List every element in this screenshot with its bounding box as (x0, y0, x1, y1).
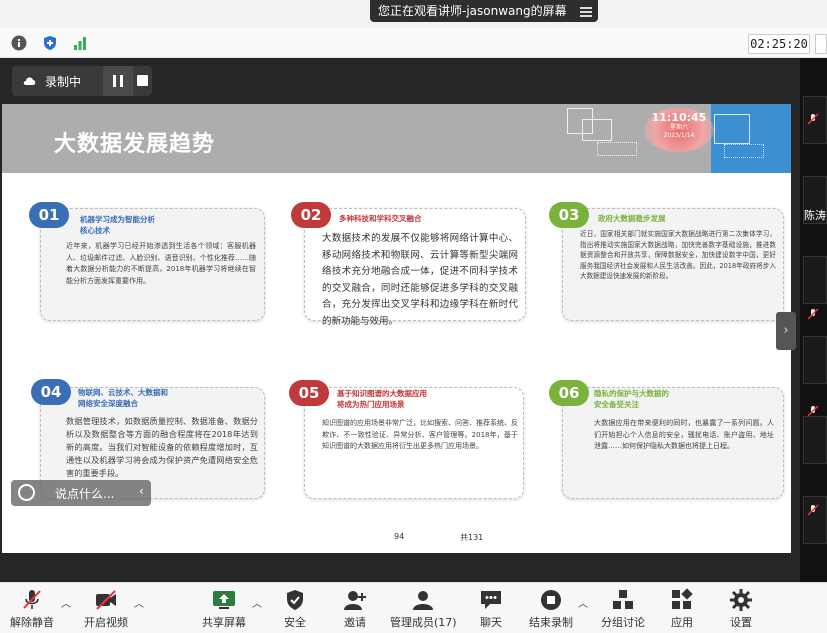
info-icon[interactable] (11, 35, 27, 51)
end-recording-button[interactable]: 结束录制 (526, 583, 576, 633)
share-screen-icon (213, 591, 235, 609)
chat-button[interactable]: 聊天 (466, 583, 516, 633)
card-number-badge: 03 (549, 202, 589, 228)
chevron-up-icon[interactable]: ︿ (578, 595, 588, 610)
participant-name: 陈涛 (804, 209, 826, 222)
record-stop-icon (541, 590, 561, 610)
card-number-badge: 04 (31, 379, 71, 405)
screen-share-banner[interactable]: 您正在观看讲师-jasonwang的屏幕 (370, 0, 598, 22)
recording-indicator: 录制中 (12, 66, 152, 96)
card-number-badge: 06 (549, 380, 589, 406)
participant-tile[interactable] (803, 256, 827, 304)
unmute-button[interactable]: 解除静音 (4, 583, 60, 633)
card-title: 隐私的保护与大数据的 安全备受关注 (594, 389, 669, 409)
card-body: 知识图谱的应用场景非常广泛，比如搜索、问答、推荐系统、反欺诈、不一致性验证、异常… (322, 419, 518, 450)
end-recording-label: 结束录制 (529, 616, 573, 629)
signal-icon[interactable] (72, 35, 88, 51)
chat-label: 聊天 (480, 616, 502, 629)
participant-tile[interactable] (803, 336, 827, 384)
card-body: 大数据技术的发展不仅能够将网络计算中心、移动网络技术和物联网、云计算等新型尖端网… (322, 233, 518, 327)
menu-icon[interactable] (580, 5, 592, 17)
top-bar: 您正在观看讲师-jasonwang的屏幕 (0, 0, 827, 28)
settings-label: 设置 (730, 616, 752, 629)
settings-button[interactable]: 设置 (716, 583, 766, 633)
page-number: 94 (394, 532, 405, 541)
video-off-icon (96, 590, 116, 610)
start-video-label: 开启视频 (84, 616, 128, 629)
gear-icon (730, 589, 752, 611)
security-button[interactable]: 安全 (270, 583, 320, 633)
time-stamp-overlay: 11:10:45 星期六 2023/1/14 (644, 108, 714, 152)
manage-members-button[interactable]: 管理成员(17) (390, 583, 457, 633)
invite-button[interactable]: 邀请 (330, 583, 380, 633)
page-total: 共131 (460, 533, 484, 542)
chevron-right-icon[interactable]: › (776, 312, 796, 350)
participant-tile[interactable] (803, 416, 827, 464)
meeting-window: 您正在观看讲师-jasonwang的屏幕 02:25:20 录制中 大数据发展趋… (0, 0, 827, 633)
share-screen-button[interactable]: 共享屏幕 (196, 583, 252, 633)
view-toggle-button[interactable] (815, 34, 827, 54)
share-banner-text: 您正在观看讲师-jasonwang的屏幕 (378, 4, 567, 18)
mic-off-icon (807, 405, 819, 417)
apps-button[interactable]: 应用 (657, 583, 707, 633)
slide-title: 大数据发展趋势 (54, 132, 216, 157)
chat-icon (481, 591, 501, 609)
chevron-up-icon[interactable]: ︿ (252, 595, 262, 610)
card-number-badge: 01 (29, 202, 69, 228)
stamp-date: 2023/1/14 (663, 132, 695, 139)
shield-icon[interactable] (42, 35, 58, 51)
meeting-timer: 02:25:20 (748, 34, 810, 54)
unmute-label: 解除静音 (10, 616, 54, 629)
stop-recording-button[interactable] (134, 66, 152, 96)
security-icon (287, 590, 303, 610)
card-title: 多种科技和学科交叉融合 (339, 214, 422, 223)
invite-icon (344, 591, 366, 610)
info-bar (0, 28, 827, 58)
cloud-icon (23, 77, 36, 85)
card-body: 近年来，机器学习已经开始渗透到生活各个领域：客服机器人、垃圾邮件过滤、人脸识别、… (66, 242, 256, 285)
recording-label: 录制中 (45, 75, 82, 89)
mic-off-icon (807, 308, 819, 320)
apps-icon (672, 588, 693, 609)
chat-input[interactable]: 说点什么... ‹ (11, 480, 151, 506)
stamp-time: 11:10:45 (651, 111, 707, 124)
card-title: 基于知识图谱的大数据应用 将成为热门应用场景 (337, 389, 427, 409)
invite-label: 邀请 (344, 616, 366, 629)
emoji-icon[interactable] (18, 484, 35, 501)
mic-off-icon (23, 590, 41, 609)
stamp-day: 星期六 (669, 124, 688, 131)
pause-recording-button[interactable] (103, 66, 133, 96)
mic-off-icon (807, 113, 819, 125)
card-number-badge: 02 (291, 202, 331, 228)
mic-off-icon (807, 504, 819, 516)
apps-label: 应用 (671, 616, 693, 629)
security-label: 安全 (284, 616, 306, 629)
breakout-icon (613, 590, 633, 609)
manage-members-label: 管理成员(17) (390, 616, 457, 629)
breakout-label: 分组讨论 (601, 616, 645, 629)
card-title: 机器学习成为智能分析 核心技术 (80, 215, 155, 235)
card-body: 近日，国家相关部门就实施国家大数据战略进行第二次集体学习，指出将推动实施国家大数… (580, 230, 776, 280)
chat-input-placeholder: 说点什么... (55, 487, 115, 501)
members-icon (413, 591, 433, 610)
breakout-button[interactable]: 分组讨论 (596, 583, 650, 633)
start-video-button[interactable]: 开启视频 (78, 583, 134, 633)
chevron-left-icon[interactable]: ‹ (139, 484, 144, 498)
share-screen-label: 共享屏幕 (202, 616, 246, 629)
chevron-up-icon[interactable]: ︿ (61, 595, 71, 610)
card-body: 数据管理技术，如数据质量控制、数据准备、数据分析以及数据整合等方面的融合程度将在… (66, 416, 258, 478)
card-number-badge: 05 (289, 380, 329, 406)
bottom-toolbar: 解除静音 ︿ 开启视频 ︿ 共享屏幕 ︿ 安全 邀请 管理成员(17) 聊天 结… (0, 582, 827, 633)
card-title: 政府大数据稳步发展 (598, 214, 666, 223)
card-body: 大数据应用在带来便利的同时，也暴露了一系列问题。人们开始担心个人信息的安全，骚扰… (594, 419, 774, 450)
chevron-up-icon[interactable]: ︿ (134, 595, 144, 610)
card-title: 物联网、云技术、大数据和 网络安全深度融合 (78, 388, 168, 408)
